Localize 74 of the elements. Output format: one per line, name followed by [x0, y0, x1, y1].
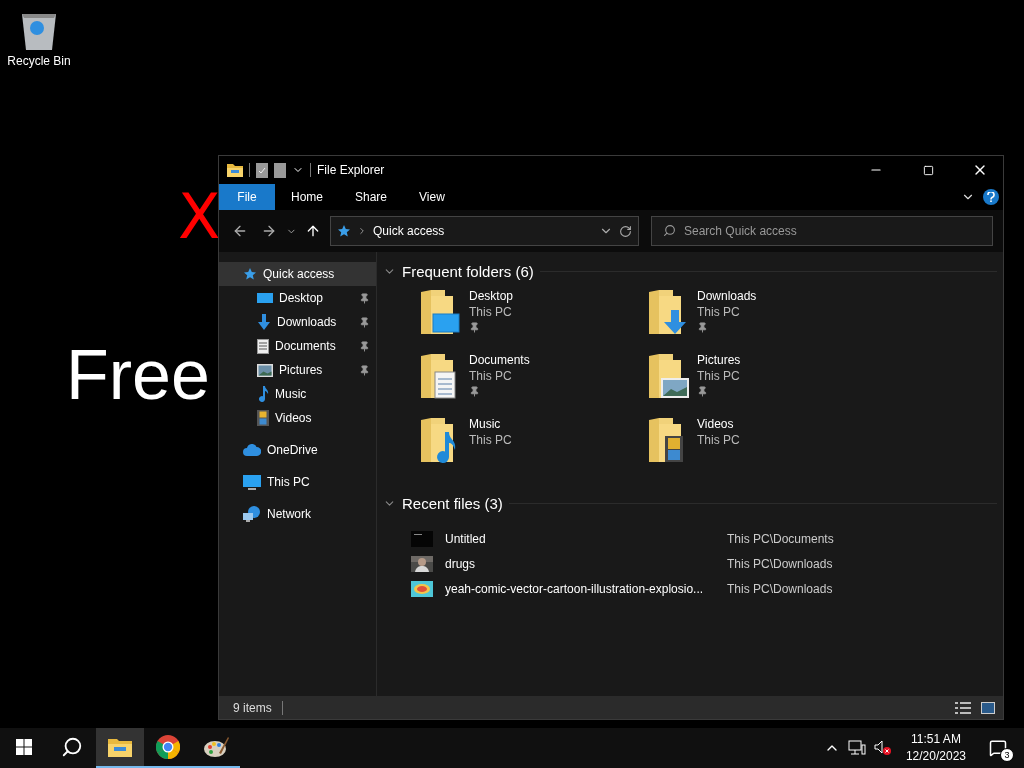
folder-location: This PC	[697, 368, 741, 384]
search-icon	[61, 736, 83, 758]
maximize-icon	[922, 164, 934, 176]
clock[interactable]: 11:51 AM 12/20/2023	[899, 731, 972, 765]
folder-name[interactable]: Pictures	[697, 352, 741, 368]
desktop-icon	[257, 292, 273, 304]
network-icon[interactable]	[847, 740, 866, 756]
nav-item[interactable]: Quick access	[219, 262, 376, 286]
ribbon-tab[interactable]: View	[403, 184, 461, 210]
item-count: 9 items	[233, 700, 272, 715]
nav-item[interactable]: Downloads	[219, 310, 376, 334]
notifications-button[interactable]: 3	[980, 730, 1016, 766]
monitor-icon	[243, 474, 261, 490]
details-view-icon[interactable]	[955, 701, 971, 714]
folder-location: This PC	[469, 304, 513, 320]
folder-icon	[227, 163, 243, 177]
volume-muted-icon[interactable]	[873, 740, 892, 756]
star-icon	[243, 267, 257, 281]
taskbar-app-button[interactable]	[96, 728, 144, 768]
section-title[interactable]: Frequent folders (6)	[402, 262, 534, 280]
star-icon	[336, 224, 351, 238]
help-icon[interactable]	[983, 189, 999, 205]
window-title: File Explorer	[317, 163, 386, 177]
properties-icon[interactable]	[256, 162, 268, 178]
folder-name[interactable]: Documents	[469, 352, 530, 368]
file-location: This PC\Documents	[727, 531, 834, 546]
wallpaper-text: X	[178, 186, 221, 248]
nav-item[interactable]: Desktop	[219, 286, 376, 310]
nav-item[interactable]: Pictures	[219, 358, 376, 382]
search-icon	[663, 224, 676, 237]
file-name[interactable]: yeah-comic-vector-cartoon-illustration-explosio...	[445, 581, 715, 596]
cloud-icon	[243, 444, 261, 456]
nav-item[interactable]: Documents	[219, 334, 376, 358]
picture-folder-icon	[647, 352, 691, 400]
browser-logo-icon	[156, 735, 180, 759]
file-location: This PC\Downloads	[727, 556, 833, 571]
desktop-folder-icon	[419, 288, 463, 336]
wallpaper-text: Free	[66, 340, 210, 410]
notification-count: 3	[1000, 748, 1014, 762]
folder-icon	[108, 737, 132, 757]
folder-location: This PC	[697, 304, 741, 320]
section-title[interactable]: Recent files (3)	[402, 494, 503, 512]
address-bar[interactable]: Quick access	[329, 216, 639, 246]
large-icons-view-icon[interactable]	[981, 701, 995, 714]
folder-name[interactable]: Downloads	[697, 288, 757, 304]
folder-location: This PC	[697, 432, 740, 448]
file-location: This PC\Downloads	[727, 581, 833, 596]
notification-icon	[989, 739, 1007, 757]
nav-item[interactable]: Music	[219, 382, 376, 406]
ribbon-tab[interactable]: File	[219, 184, 275, 210]
nav-item[interactable]: OneDrive	[219, 438, 376, 462]
nav-item[interactable]: This PC	[219, 470, 376, 494]
ribbon-tab[interactable]: Share	[339, 184, 404, 210]
refresh-icon[interactable]	[619, 224, 632, 238]
search-field[interactable]: Search Quick access	[651, 216, 993, 246]
download-arrow-icon	[257, 314, 271, 330]
music-note-icon	[257, 386, 269, 402]
file-name[interactable]: drugs	[445, 556, 715, 571]
file-name[interactable]: Untitled	[445, 531, 715, 546]
folder-name[interactable]: Desktop	[469, 288, 514, 304]
network-globe-icon	[243, 506, 261, 522]
folder-location: This PC	[469, 432, 512, 448]
film-icon	[257, 410, 269, 426]
desktop-icon-label[interactable]: Recycle Bin	[7, 54, 71, 68]
paint-palette-icon	[203, 735, 229, 759]
windows-logo-icon	[16, 739, 32, 755]
nav-item[interactable]: Videos	[219, 406, 376, 430]
nav-item[interactable]: Network	[219, 502, 376, 526]
folder-name[interactable]: Music	[469, 416, 512, 432]
folder-name[interactable]: Videos	[697, 416, 740, 432]
folder-location: This PC	[469, 368, 513, 384]
document-icon	[257, 338, 269, 354]
ribbon-tab[interactable]: Home	[275, 184, 339, 210]
picture-icon	[257, 363, 273, 377]
